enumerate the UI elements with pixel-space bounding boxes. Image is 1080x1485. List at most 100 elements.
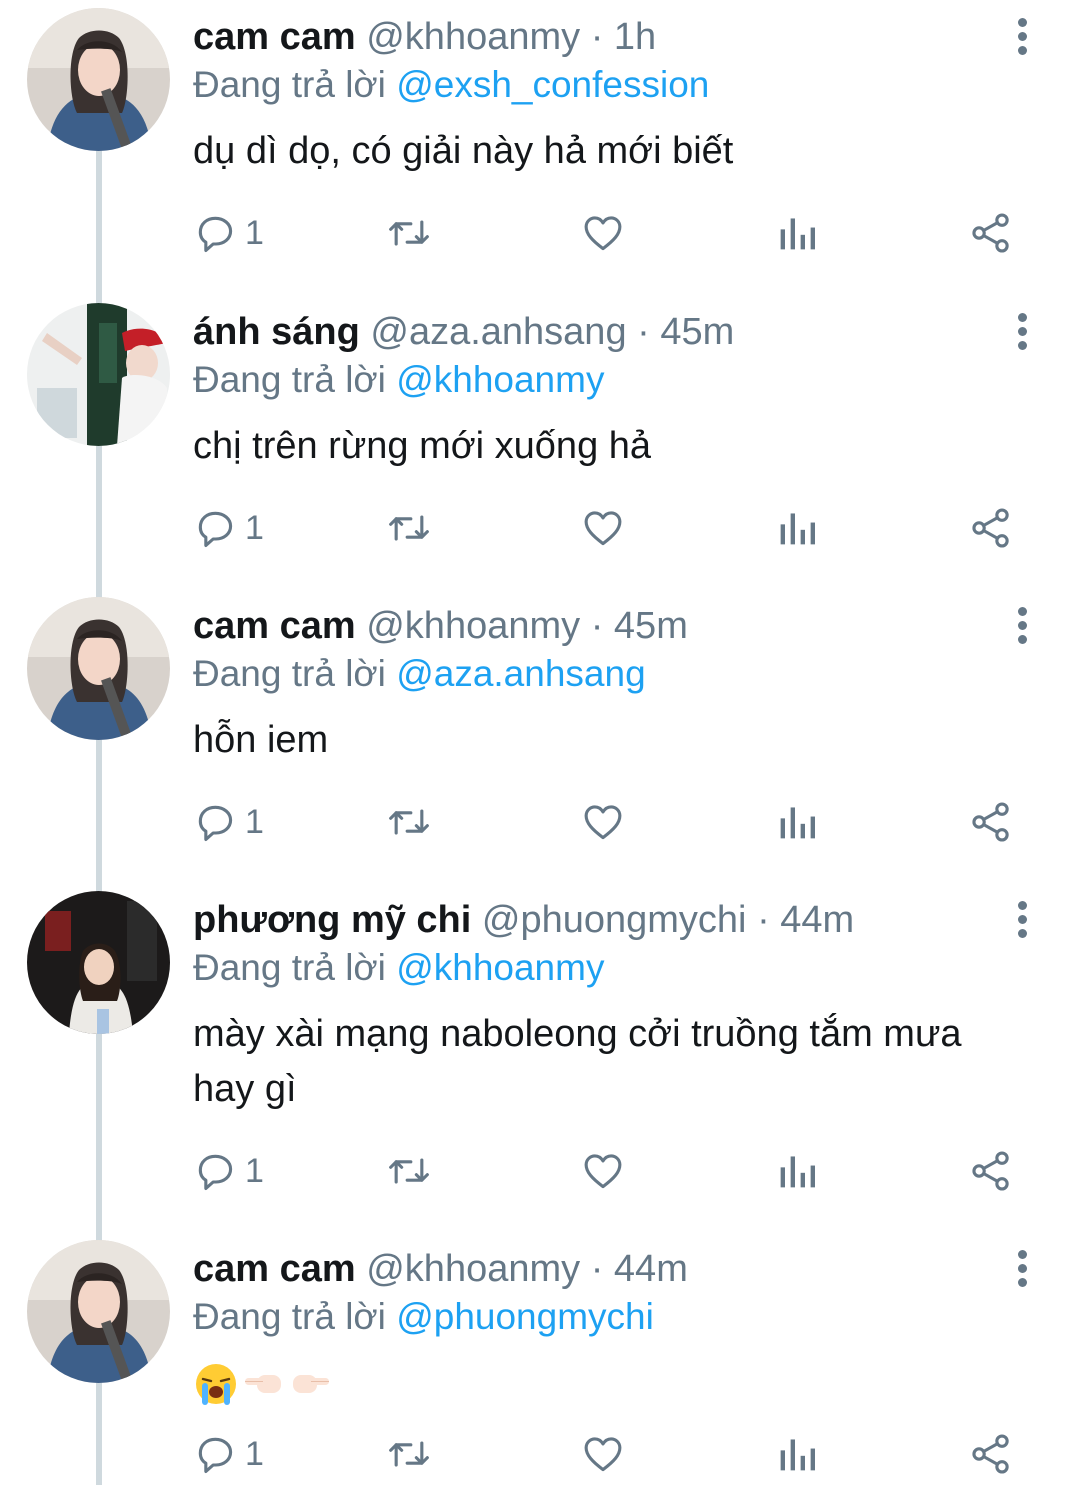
tweet-header: cam cam @khhoanmy · 44m <box>193 1246 688 1292</box>
timestamp[interactable]: 44m <box>614 1248 688 1290</box>
replying-label: Đang trả lời <box>193 64 386 105</box>
timestamp[interactable]: 1h <box>614 16 656 58</box>
analytics-button[interactable] <box>777 1429 817 1479</box>
retweet-button[interactable] <box>385 797 433 847</box>
user-handle[interactable]: @khhoanmy <box>366 16 580 58</box>
timestamp[interactable]: 45m <box>660 311 734 353</box>
separator-dot: · <box>590 1248 604 1290</box>
analytics-icon <box>780 807 815 839</box>
share-button[interactable] <box>969 1429 1013 1479</box>
avatar-photo <box>27 303 170 446</box>
like-button[interactable] <box>581 797 625 847</box>
pointing-left-hand-icon <box>245 1374 281 1393</box>
heart-icon <box>584 1437 622 1472</box>
reply-icon <box>198 805 233 841</box>
tweet-actions: 1 <box>193 1429 1033 1479</box>
like-button[interactable] <box>581 1146 625 1196</box>
heart-icon <box>584 216 622 251</box>
retweet-icon <box>389 515 429 541</box>
reply-count: 1 <box>245 508 264 547</box>
reply-count: 1 <box>245 1434 264 1473</box>
share-button[interactable] <box>969 1146 1013 1196</box>
like-button[interactable] <box>581 208 625 258</box>
user-handle[interactable]: @phuongmychi <box>482 899 747 941</box>
replying-to-line: Đang trả lời @exsh_confession <box>193 62 709 108</box>
share-button[interactable] <box>969 208 1013 258</box>
avatar[interactable] <box>27 303 170 446</box>
display-name[interactable]: ánh sáng <box>193 311 360 353</box>
user-handle[interactable]: @khhoanmy <box>366 605 580 647</box>
display-name[interactable]: cam cam <box>193 1248 356 1290</box>
share-icon <box>972 802 1009 842</box>
analytics-button[interactable] <box>777 503 817 553</box>
avatar[interactable] <box>27 891 170 1034</box>
separator-dot: · <box>590 605 604 647</box>
tweet-actions: 1 <box>193 208 1033 258</box>
timestamp[interactable]: 44m <box>780 899 854 941</box>
display-name[interactable]: cam cam <box>193 605 356 647</box>
avatar[interactable] <box>27 1240 170 1383</box>
more-options-icon[interactable] <box>1004 897 1040 941</box>
retweet-button[interactable] <box>385 503 433 553</box>
heart-icon <box>584 511 622 546</box>
tweet-actions: 1 <box>193 1146 1033 1196</box>
more-options-icon[interactable] <box>1004 1246 1040 1290</box>
analytics-icon <box>780 1156 815 1188</box>
reply-button[interactable]: 1 <box>193 1429 264 1479</box>
heart-icon <box>584 805 622 840</box>
retweet-icon <box>389 220 429 246</box>
analytics-button[interactable] <box>777 797 817 847</box>
analytics-button[interactable] <box>777 208 817 258</box>
avatar-photo <box>27 597 170 740</box>
avatar[interactable] <box>27 597 170 740</box>
display-name[interactable]: phương mỹ chi <box>193 899 471 941</box>
tweet-header: cam cam @khhoanmy · 1h <box>193 14 656 60</box>
reply-mention-link[interactable]: @phuongmychi <box>396 1296 654 1337</box>
loudly-crying-face-icon <box>196 1363 236 1405</box>
tweet-text: dụ dì dọ, có giải này hả mới biết <box>193 130 734 172</box>
replying-label: Đang trả lời <box>193 359 386 400</box>
tweet-text <box>193 1356 1033 1411</box>
display-name[interactable]: cam cam <box>193 16 356 58</box>
replying-label: Đang trả lời <box>193 1296 386 1337</box>
retweet-button[interactable] <box>385 1429 433 1479</box>
heart-icon <box>584 1154 622 1189</box>
reply-mention-link[interactable]: @aza.anhsang <box>396 653 645 694</box>
more-options-icon[interactable] <box>1004 603 1040 647</box>
replying-label: Đang trả lời <box>193 947 386 988</box>
more-options-icon[interactable] <box>1004 309 1040 353</box>
tweet-header: phương mỹ chi @phuongmychi · 44m <box>193 897 854 943</box>
reply-mention-link[interactable]: @khhoanmy <box>396 947 604 988</box>
reply-icon <box>198 1154 233 1190</box>
reply-mention-link[interactable]: @khhoanmy <box>396 359 604 400</box>
reply-button[interactable]: 1 <box>193 503 264 553</box>
avatar[interactable] <box>27 8 170 151</box>
reply-button[interactable]: 1 <box>193 208 264 258</box>
analytics-icon <box>780 513 815 545</box>
replying-to-line: Đang trả lời @phuongmychi <box>193 1294 654 1340</box>
avatar-photo <box>27 891 170 1034</box>
reply-button[interactable]: 1 <box>193 1146 264 1196</box>
replying-to-line: Đang trả lời @khhoanmy <box>193 945 604 991</box>
share-button[interactable] <box>969 797 1013 847</box>
separator-dot: · <box>637 311 650 353</box>
share-button[interactable] <box>969 503 1013 553</box>
tweet-text: mày xài mạng naboleong cởi truồng tắm mư… <box>193 1013 962 1110</box>
retweet-button[interactable] <box>385 208 433 258</box>
tweet-actions: 1 <box>193 503 1033 553</box>
retweet-button[interactable] <box>385 1146 433 1196</box>
share-icon <box>972 1151 1009 1191</box>
more-options-icon[interactable] <box>1004 14 1040 58</box>
reply-button[interactable]: 1 <box>193 797 264 847</box>
tweet-actions: 1 <box>193 797 1033 847</box>
like-button[interactable] <box>581 503 625 553</box>
user-handle[interactable]: @aza.anhsang <box>370 311 626 353</box>
timestamp[interactable]: 45m <box>614 605 688 647</box>
retweet-icon <box>389 1158 429 1184</box>
analytics-icon <box>780 218 815 250</box>
user-handle[interactable]: @khhoanmy <box>366 1248 580 1290</box>
reply-mention-link[interactable]: @exsh_confession <box>396 64 709 105</box>
like-button[interactable] <box>581 1429 625 1479</box>
share-icon <box>972 1434 1009 1474</box>
analytics-button[interactable] <box>777 1146 817 1196</box>
